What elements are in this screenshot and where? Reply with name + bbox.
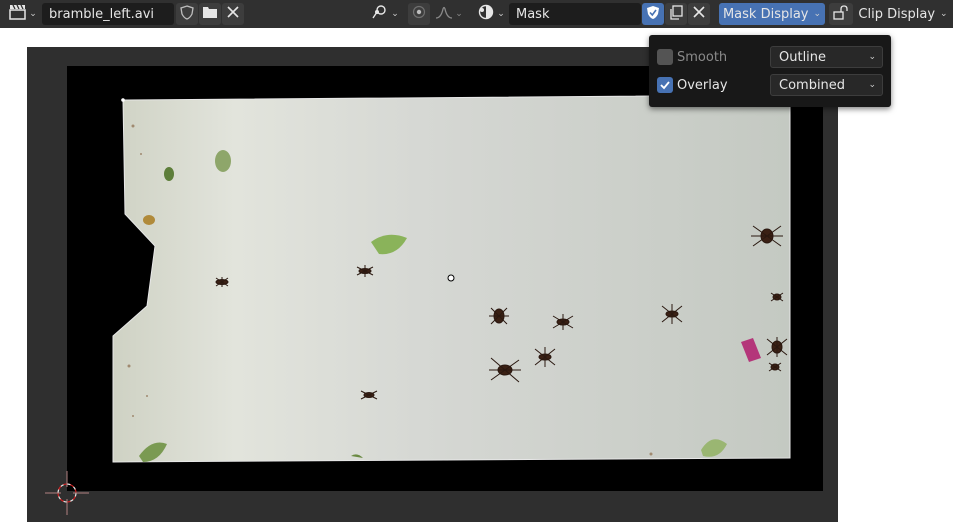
- lock-icon: [833, 4, 849, 24]
- falloff-curve-icon: [435, 5, 453, 23]
- chevron-down-icon: ⌄: [868, 80, 876, 90]
- pivot-point-menu[interactable]: ⌄: [368, 3, 402, 25]
- clip-viewport[interactable]: [27, 47, 838, 522]
- chevron-down-icon: ⌄: [391, 9, 399, 19]
- open-folder-icon: [202, 5, 218, 23]
- chevron-down-icon: ⌄: [497, 9, 505, 19]
- overlay-row: Overlay: [657, 74, 728, 96]
- open-clip-button[interactable]: [199, 3, 221, 25]
- clip-display-menu[interactable]: Clip Display ⌄: [856, 3, 950, 25]
- 2d-cursor-center: [447, 274, 455, 282]
- chevron-down-icon: ⌄: [29, 9, 37, 19]
- chevron-down-icon: ⌄: [868, 52, 876, 62]
- pivot-point-icon: [371, 4, 389, 24]
- mask-display-menu[interactable]: Mask Display ⌄: [719, 3, 825, 25]
- clip-name-field[interactable]: bramble_left.avi: [42, 3, 174, 25]
- mask-name-field[interactable]: Mask: [509, 3, 641, 25]
- proportional-editing-toggle[interactable]: [408, 3, 430, 25]
- falloff-menu[interactable]: ⌄: [432, 3, 466, 25]
- checkmark-icon: [660, 81, 670, 90]
- overlay-mode-value: Combined: [779, 77, 846, 93]
- overlay-mode-icon: [477, 4, 495, 24]
- fake-user-shield-icon: [646, 5, 660, 24]
- overlay-mode-select[interactable]: Combined ⌄: [770, 74, 883, 96]
- lock-selection-toggle[interactable]: [829, 3, 853, 25]
- editor-type-menu[interactable]: ⌄: [6, 3, 40, 25]
- chevron-down-icon: ⌄: [813, 9, 822, 19]
- smooth-row: Smooth: [657, 46, 727, 68]
- clip-frame: [67, 66, 823, 491]
- fake-user-button[interactable]: [176, 3, 198, 25]
- chevron-down-icon: ⌄: [455, 9, 463, 19]
- mask-name-text: Mask: [516, 6, 550, 22]
- movie-clip-image: [112, 94, 791, 463]
- clip-display-label: Clip Display: [858, 6, 936, 22]
- mask-display-popover: Smooth Outline ⌄ Overlay Combined ⌄: [649, 35, 891, 107]
- clip-name-text: bramble_left.avi: [49, 6, 155, 22]
- proportional-editing-icon: [412, 5, 426, 23]
- overlay-mode-menu[interactable]: ⌄: [474, 3, 508, 25]
- smooth-mode-value: Outline: [779, 49, 827, 65]
- mask-display-label: Mask Display: [722, 6, 809, 22]
- fake-user-shield-icon: [180, 4, 194, 24]
- overlay-label: Overlay: [677, 77, 728, 93]
- smooth-checkbox[interactable]: [657, 49, 673, 65]
- smooth-label: Smooth: [677, 49, 728, 65]
- mask-fake-user-button[interactable]: [642, 3, 664, 25]
- unlink-clip-button[interactable]: [222, 3, 244, 25]
- clip-editor-header: ⌄ bramble_left.avi ⌄ ⌄ ⌄ Mask Mask Displ…: [0, 0, 953, 28]
- mask-point: [121, 98, 125, 102]
- chevron-down-icon: ⌄: [940, 9, 948, 19]
- unlink-mask-button[interactable]: [688, 3, 710, 25]
- smooth-mode-select[interactable]: Outline ⌄: [770, 46, 883, 68]
- 2d-cursor-icon[interactable]: [41, 467, 93, 519]
- duplicate-mask-button[interactable]: [665, 3, 687, 25]
- close-icon: [227, 6, 239, 22]
- duplicate-icon: [669, 4, 684, 24]
- overlay-checkbox[interactable]: [657, 77, 673, 93]
- close-icon: [693, 6, 705, 22]
- movie-clip-icon: [9, 4, 27, 24]
